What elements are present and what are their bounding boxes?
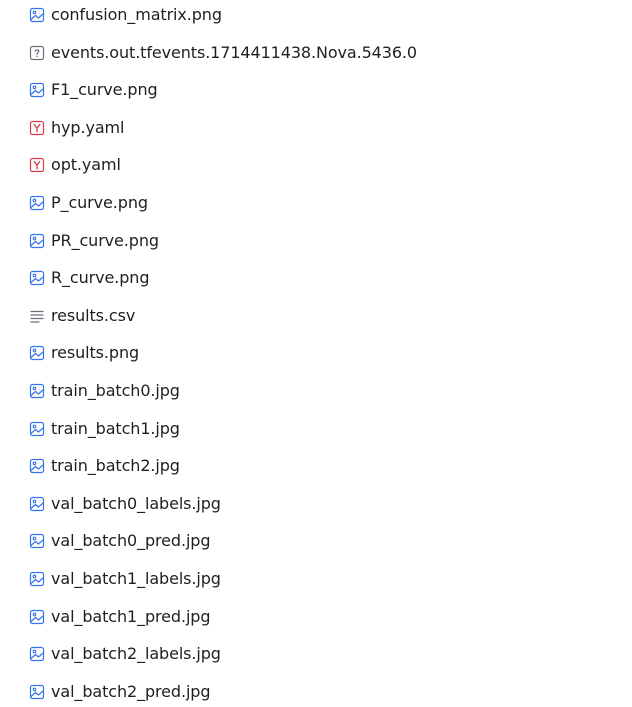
yaml-file-icon <box>29 120 45 135</box>
text-file-icon <box>30 310 44 323</box>
file-row[interactable]: train_batch1.jpg <box>0 414 600 444</box>
image-file-icon <box>29 571 45 587</box>
file-name: train_batch0.jpg <box>51 381 180 400</box>
file-row[interactable]: train_batch0.jpg <box>0 376 600 406</box>
file-name: hyp.yaml <box>51 117 125 137</box>
file-row[interactable]: results.csv <box>0 301 600 331</box>
image-file-icon <box>29 647 45 662</box>
image-file-icon <box>29 195 45 211</box>
file-row[interactable]: R_curve.png <box>0 263 600 293</box>
file-row[interactable]: train_batch2.jpg <box>0 451 600 481</box>
image-file-icon <box>29 459 45 474</box>
image-file-icon <box>29 271 45 286</box>
image-file-icon <box>29 346 45 361</box>
file-name: train_batch1.jpg <box>51 418 180 438</box>
file-row[interactable]: hyp.yaml <box>0 113 600 143</box>
file-name: val_batch2_pred.jpg <box>51 681 211 701</box>
file-name: val_batch2_labels.jpg <box>51 644 221 664</box>
file-row[interactable]: val_batch2_pred.jpg <box>0 677 600 707</box>
file-row[interactable]: confusion_matrix.png <box>0 0 600 30</box>
file-name: events.out.tfevents.1714411438.Nova.5436… <box>51 42 417 62</box>
file-row[interactable]: PR_curve.png <box>0 226 600 256</box>
file-name: results.png <box>51 343 140 363</box>
file-row[interactable]: F1_curve.png <box>0 75 600 105</box>
file-name: val_batch0_labels.jpg <box>51 493 221 513</box>
file-name: val_batch0_pred.jpg <box>51 531 211 551</box>
file-name: results.csv <box>51 305 136 325</box>
image-file-icon <box>29 233 45 248</box>
image-file-icon <box>29 83 45 98</box>
image-file-icon <box>29 421 45 436</box>
file-name: PR_curve.png <box>51 230 159 250</box>
image-file-icon <box>29 534 45 549</box>
file-row[interactable]: val_batch0_labels.jpg <box>0 489 600 519</box>
file-name: val_batch1_labels.jpg <box>51 569 221 588</box>
image-file-icon <box>29 383 45 399</box>
unknown-file-icon <box>29 45 45 60</box>
file-name: opt.yaml <box>51 155 121 175</box>
file-name: confusion_matrix.png <box>51 5 222 24</box>
file-row[interactable]: opt.yaml <box>0 150 600 180</box>
file-name: F1_curve.png <box>51 80 158 100</box>
file-name: R_curve.png <box>51 268 150 288</box>
file-name: val_batch1_pred.jpg <box>51 606 211 626</box>
file-name: P_curve.png <box>51 193 148 212</box>
image-file-icon <box>29 684 45 699</box>
file-row[interactable]: P_curve.png <box>0 188 600 218</box>
file-row[interactable]: results.png <box>0 338 600 368</box>
file-name: train_batch2.jpg <box>51 456 180 476</box>
image-file-icon <box>29 609 45 624</box>
file-row[interactable]: val_batch1_labels.jpg <box>0 564 600 594</box>
file-row[interactable]: val_batch1_pred.jpg <box>0 602 600 632</box>
yaml-file-icon <box>29 158 45 173</box>
file-row[interactable]: events.out.tfevents.1714411438.Nova.5436… <box>0 38 600 68</box>
file-row[interactable]: val_batch0_pred.jpg <box>0 526 600 556</box>
file-row[interactable]: val_batch2_labels.jpg <box>0 639 600 669</box>
image-file-icon <box>29 496 45 511</box>
image-file-icon <box>29 7 45 23</box>
